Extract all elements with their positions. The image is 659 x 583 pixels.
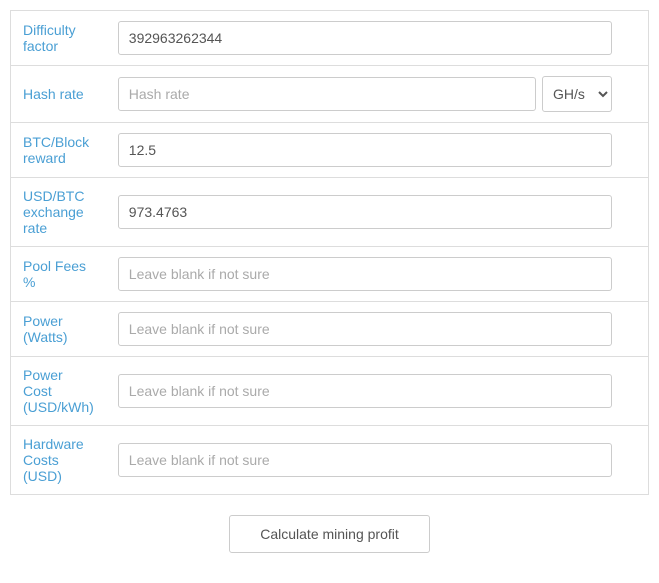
input-cell-hash-rate: GH/sTH/sMH/sKH/s: [106, 66, 624, 123]
input-usd-btc-exchange-rate[interactable]: [118, 195, 612, 229]
empty-cell-difficulty-factor: [624, 11, 649, 66]
label-difficulty-factor: Difficulty factor: [11, 11, 106, 66]
input-cell-pool-fees: [106, 247, 624, 302]
label-btc-block-reward: BTC/Block reward: [11, 123, 106, 178]
input-difficulty-factor[interactable]: [118, 21, 612, 55]
label-power-cost: Power Cost (USD/kWh): [11, 357, 106, 426]
input-power-cost[interactable]: [118, 374, 612, 408]
button-row: Calculate mining profit: [10, 495, 649, 573]
input-cell-power-cost: [106, 357, 624, 426]
input-pool-fees[interactable]: [118, 257, 612, 291]
input-cell-usd-btc-exchange-rate: [106, 178, 624, 247]
label-hash-rate: Hash rate: [11, 66, 106, 123]
input-hash-rate[interactable]: [118, 77, 536, 111]
input-cell-difficulty-factor: [106, 11, 624, 66]
empty-cell-power-watts: [624, 302, 649, 357]
label-pool-fees: Pool Fees %: [11, 247, 106, 302]
empty-cell-power-cost: [624, 357, 649, 426]
input-cell-power-watts: [106, 302, 624, 357]
empty-cell-pool-fees: [624, 247, 649, 302]
input-cell-hardware-costs: [106, 426, 624, 495]
label-power-watts: Power (Watts): [11, 302, 106, 357]
label-usd-btc-exchange-rate: USD/BTC exchange rate: [11, 178, 106, 247]
input-btc-block-reward[interactable]: [118, 133, 612, 167]
empty-cell-hardware-costs: [624, 426, 649, 495]
calculate-button[interactable]: Calculate mining profit: [229, 515, 430, 553]
empty-cell-btc-block-reward: [624, 123, 649, 178]
mining-form-table: Difficulty factorHash rate GH/sTH/sMH/sKH…: [10, 10, 649, 495]
input-power-watts[interactable]: [118, 312, 612, 346]
input-cell-btc-block-reward: [106, 123, 624, 178]
unit-select-hash-rate[interactable]: GH/sTH/sMH/sKH/s: [542, 76, 612, 112]
empty-cell-usd-btc-exchange-rate: [624, 178, 649, 247]
label-hardware-costs: Hardware Costs (USD): [11, 426, 106, 495]
empty-cell-hash-rate: [624, 66, 649, 123]
input-hardware-costs[interactable]: [118, 443, 612, 477]
input-wrapper-hash-rate: GH/sTH/sMH/sKH/s: [118, 76, 612, 112]
